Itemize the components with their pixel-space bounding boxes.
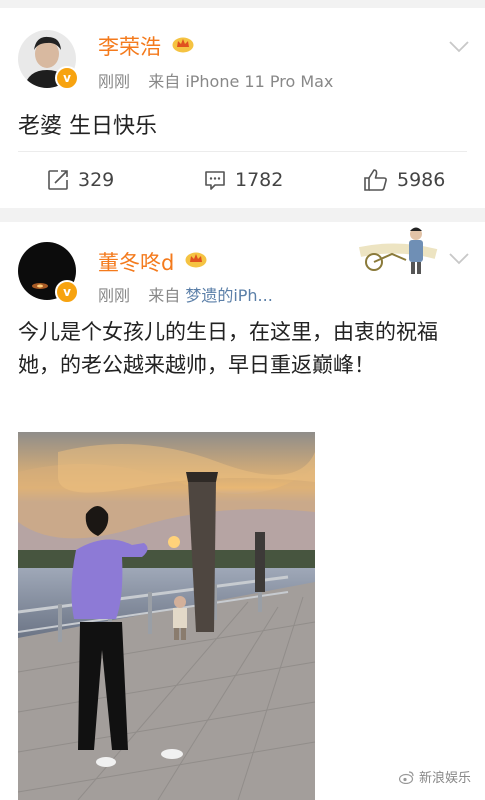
watermark: 新浪娱乐 [398,767,471,786]
post-time: 刚刚 [98,72,131,91]
username[interactable]: 李荣浩 [98,31,161,61]
comment-button[interactable]: 1782 [203,168,283,192]
post-time: 刚刚 [98,286,131,305]
source-prefix: 来自 [148,286,181,305]
chevron-down-icon[interactable] [448,40,470,54]
comment-count: 1782 [235,169,284,191]
weibo-post-card-1: v 李荣浩 刚刚 来自 iPhone 11 Pro Max 老婆 生日快乐 32… [0,8,485,208]
like-button[interactable]: 5986 [363,168,445,192]
like-icon [364,169,387,191]
weibo-logo-icon [398,770,414,784]
post-source-link[interactable]: 梦遗的iPh... [185,286,273,305]
vip-crown-icon [185,252,207,268]
divider [18,151,467,152]
verified-badge-icon: v [55,280,79,304]
username[interactable]: 董冬咚d [98,247,174,277]
post-text: 老婆 生日快乐 [18,114,157,139]
weibo-post-card-2: v 董冬咚d 刚刚 来自 梦遗的iPh... 今儿是个女孩儿的生日，在这里，由衷… [0,222,485,800]
verified-badge-icon: v [55,66,79,90]
post-source: iPhone 11 Pro Max [185,72,334,91]
source-prefix: 来自 [148,72,181,91]
post-meta: 刚刚 来自 梦遗的iPh... [98,282,273,306]
repost-button[interactable]: 329 [46,168,114,192]
post-meta: 刚刚 来自 iPhone 11 Pro Max [98,68,333,92]
repost-icon [48,170,68,190]
watermark-text: 新浪娱乐 [418,771,471,786]
vip-crown-icon [172,37,194,53]
chevron-down-icon[interactable] [448,252,470,266]
comment-icon [205,171,225,190]
post-photo[interactable] [18,432,315,800]
like-count: 5986 [397,169,446,191]
post-text: 今儿是个女孩儿的生日，在这里，由衷的祝福她，的老公越来越帅，早日重返巅峰！ [18,320,438,377]
card-decoration-icon [358,227,438,274]
repost-count: 329 [78,169,115,191]
